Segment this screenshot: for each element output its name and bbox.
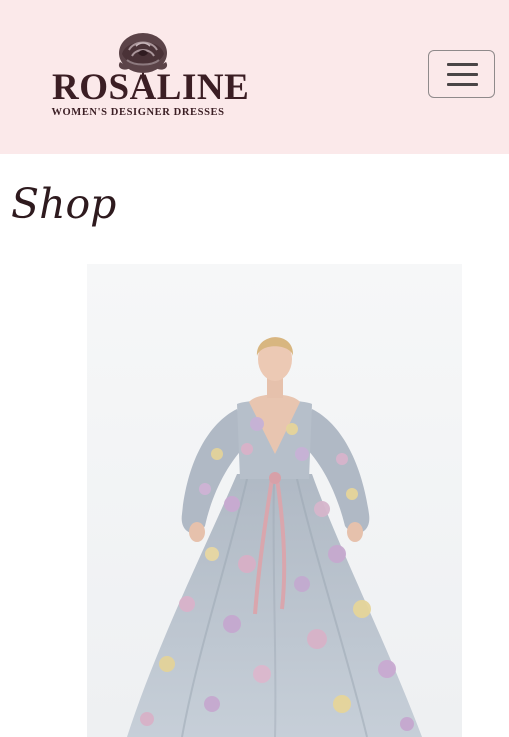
brand-tagline: WOMEN'S DESIGNER DRESSES — [51, 107, 225, 118]
brand-name: ROSALINE — [52, 67, 250, 108]
product-image[interactable] — [87, 264, 462, 737]
page-title: Shop — [11, 180, 117, 228]
gown-illustration — [87, 264, 462, 737]
hamburger-menu-button[interactable] — [428, 50, 495, 98]
site-header: ROSALINE WOMEN'S DESIGNER DRESSES — [0, 0, 509, 154]
brand-logo-link[interactable]: ROSALINE WOMEN'S DESIGNER DRESSES — [40, 28, 250, 124]
